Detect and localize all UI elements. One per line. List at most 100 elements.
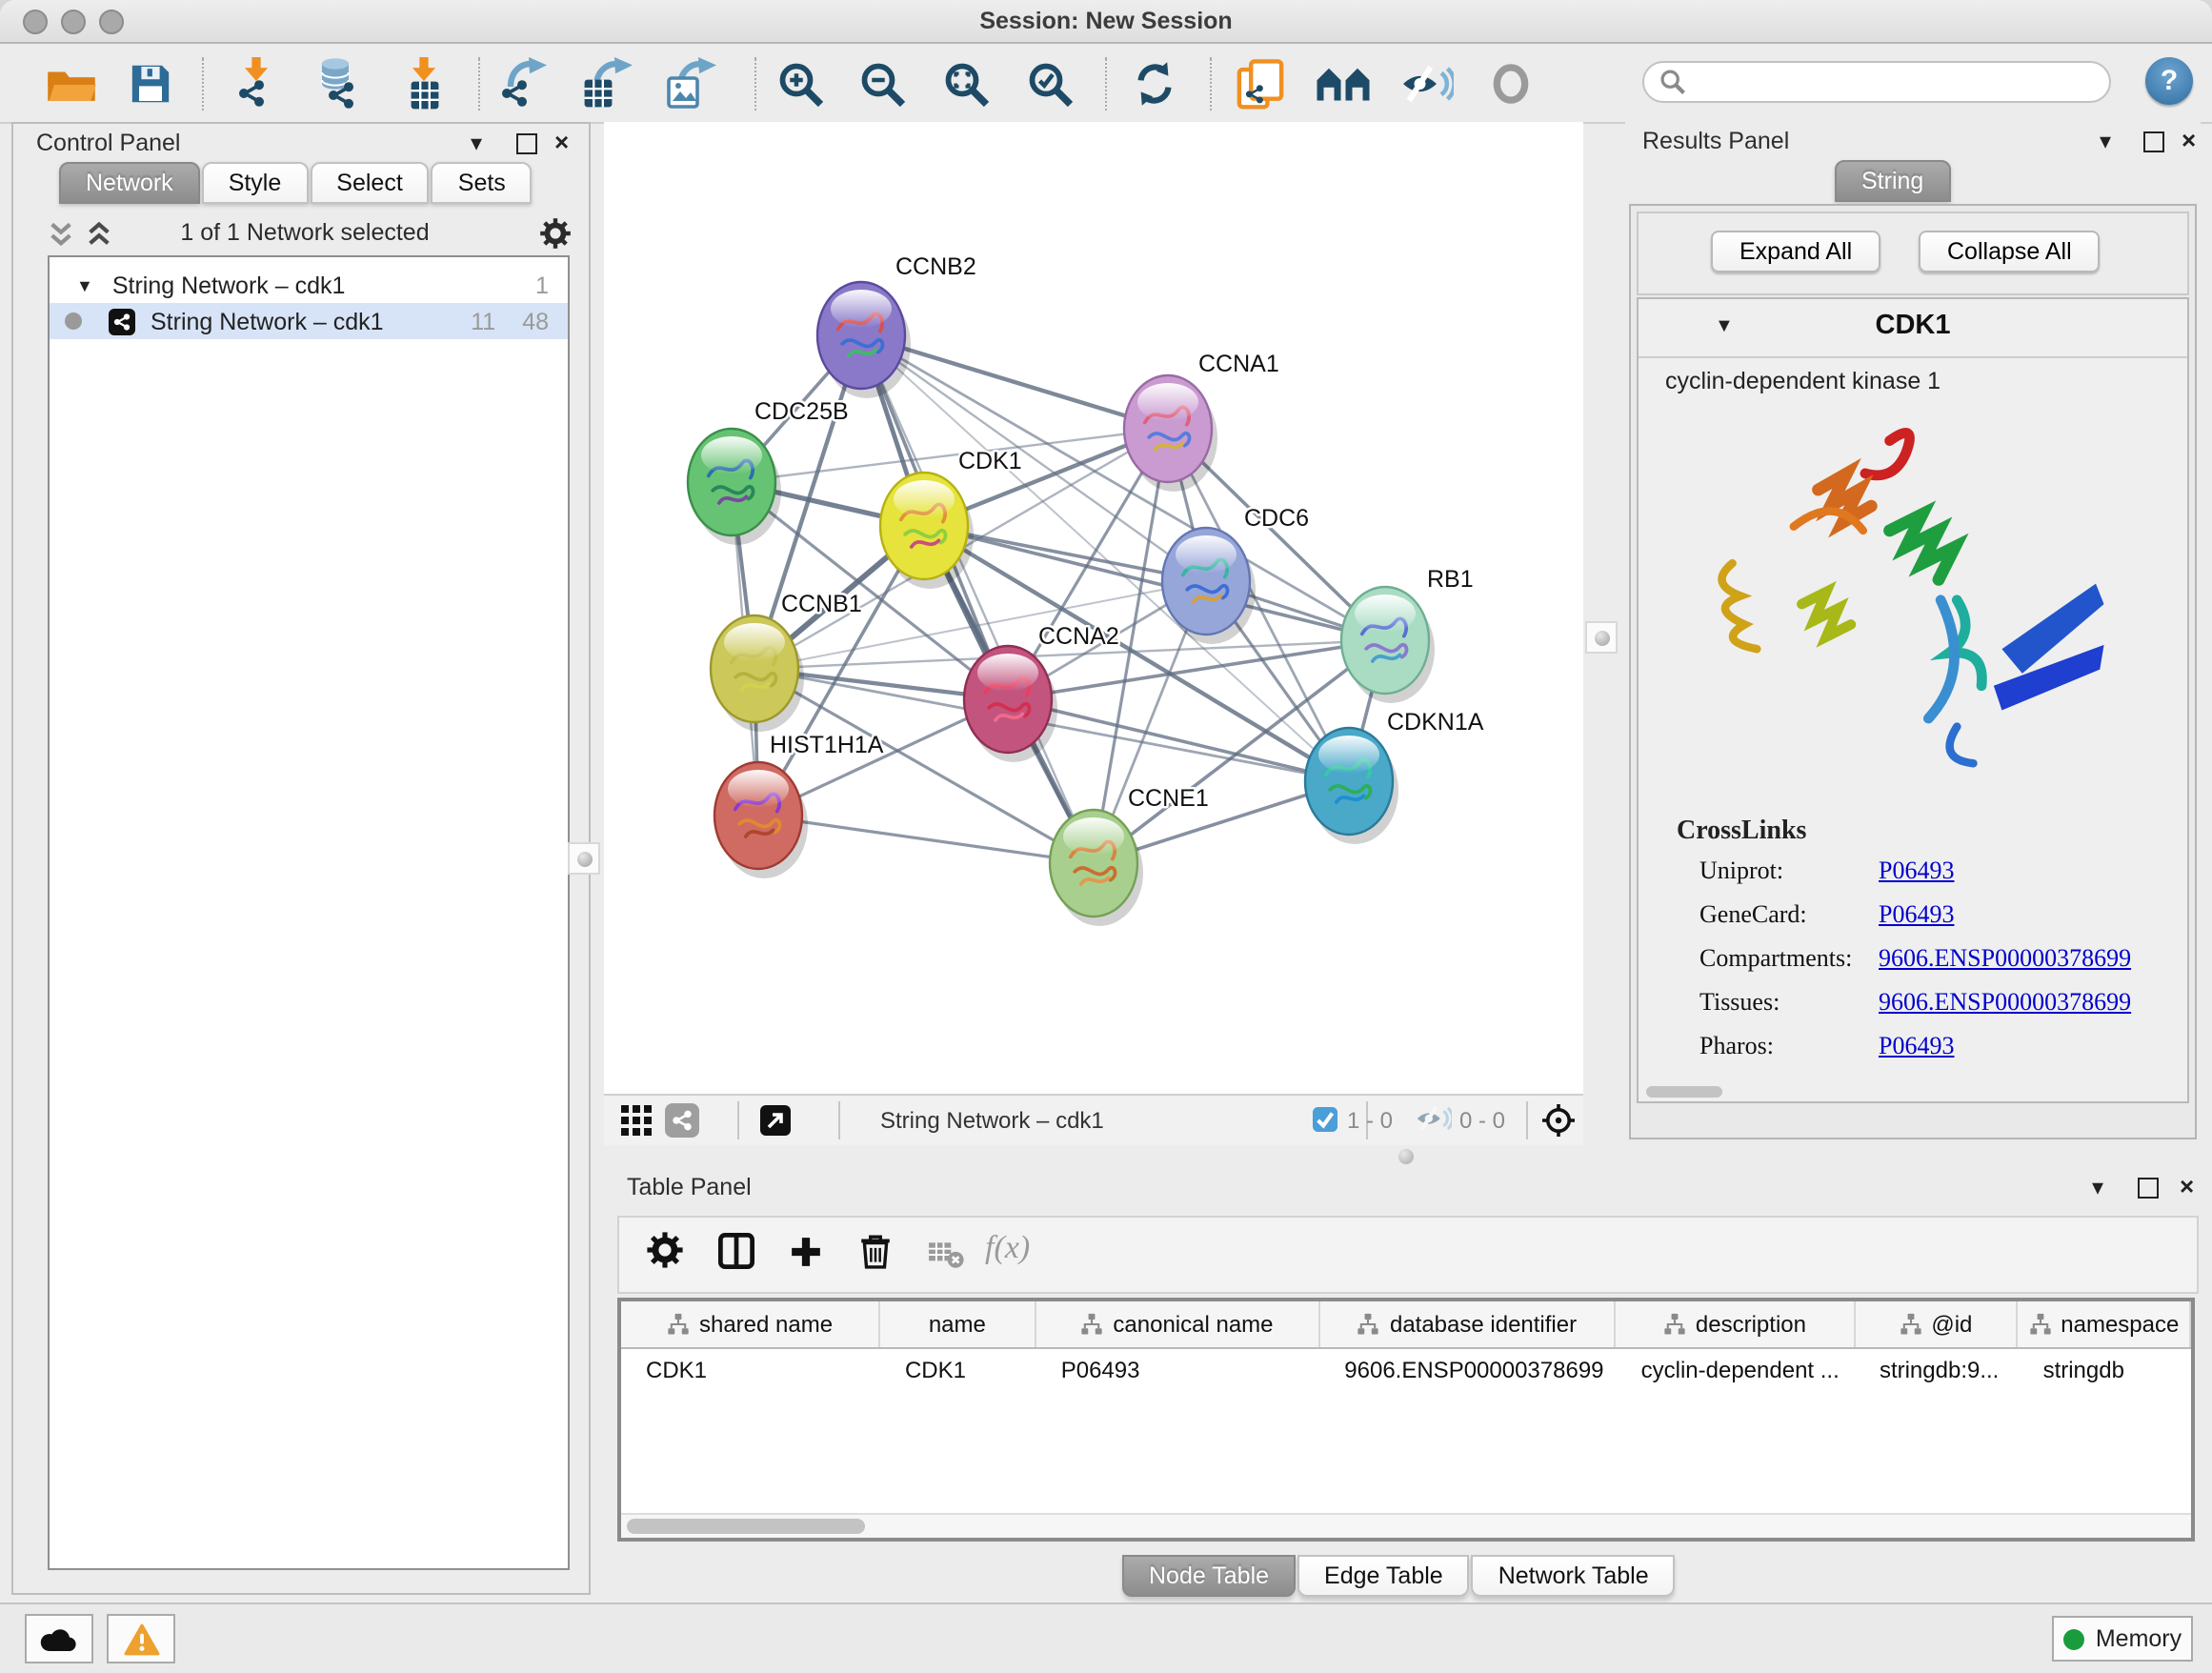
crosslink-link[interactable]: 9606.ENSP00000378699 — [1879, 987, 2131, 1031]
network-node[interactable] — [711, 615, 804, 732]
network-from-file-button[interactable] — [1231, 55, 1288, 112]
left-splitter-handle[interactable] — [568, 842, 600, 875]
save-session-button[interactable] — [122, 55, 179, 112]
tab-style[interactable]: Style — [202, 162, 309, 204]
export-image-button[interactable] — [661, 55, 718, 112]
birdseye-view-icon[interactable] — [1541, 1103, 1576, 1138]
close-panel-icon[interactable]: × — [554, 128, 569, 156]
export-table-button[interactable] — [577, 55, 634, 112]
network-view-mode-icon[interactable] — [665, 1103, 699, 1138]
hidden-eye-icon[interactable] — [1416, 1105, 1452, 1132]
import-network-button[interactable] — [229, 55, 286, 112]
gear-icon[interactable] — [539, 217, 572, 250]
network-node[interactable] — [817, 282, 911, 398]
expand-all-button[interactable]: Expand All — [1711, 231, 1880, 272]
panel-menu-icon[interactable]: ▾ — [2092, 1176, 2103, 1199]
network-node[interactable] — [1341, 587, 1435, 703]
zoom-out-button[interactable] — [854, 55, 911, 112]
table-gear-icon[interactable] — [646, 1231, 684, 1269]
float-panel-icon[interactable] — [2138, 1178, 2159, 1199]
table-cell[interactable]: CDK1 — [880, 1349, 1036, 1391]
tab-select[interactable]: Select — [310, 162, 430, 204]
column-header[interactable]: shared name — [621, 1301, 880, 1347]
network-node[interactable] — [964, 646, 1057, 762]
network-node[interactable] — [714, 762, 808, 878]
group-nodes-button[interactable] — [1315, 55, 1372, 112]
crosslink-link[interactable]: P06493 — [1879, 899, 1954, 943]
card-scrollbar[interactable] — [1646, 1086, 1722, 1098]
search-input[interactable] — [1686, 67, 2075, 97]
right-splitter-handle[interactable] — [1585, 621, 1618, 654]
zoom-selected-button[interactable] — [1021, 55, 1078, 112]
crosslink-link[interactable]: P06493 — [1879, 856, 1954, 899]
delete-column-icon[interactable] — [859, 1233, 892, 1269]
function-builder-icon[interactable]: f(x) — [985, 1229, 1030, 1267]
title-bar[interactable]: Session: New Session — [0, 0, 2212, 44]
column-header[interactable]: description — [1617, 1301, 1855, 1347]
float-panel-icon[interactable] — [516, 133, 537, 154]
show-graphics-button[interactable] — [1482, 55, 1539, 112]
network-collection-row[interactable]: ▼ String Network – cdk1 1 — [50, 267, 568, 303]
table-cell[interactable]: stringdb:9... — [1855, 1349, 2019, 1391]
network-canvas[interactable]: CCNB2CCNA1CDC25BCDK1CDC6RB1CCNB1CCNA2CDK… — [604, 122, 1583, 1094]
table-cell[interactable]: CDK1 — [621, 1349, 880, 1391]
search-box[interactable] — [1642, 61, 2111, 103]
network-edge[interactable] — [758, 816, 1094, 863]
cloud-status-button[interactable] — [25, 1614, 93, 1663]
table-cell[interactable]: 9606.ENSP00000378699 — [1319, 1349, 1616, 1391]
float-panel-icon[interactable] — [2143, 131, 2164, 152]
column-header[interactable]: canonical name — [1036, 1301, 1320, 1347]
network-edge[interactable] — [861, 335, 1094, 863]
add-column-icon[interactable] — [791, 1237, 821, 1267]
collapse-all-button[interactable]: Collapse All — [1919, 231, 2101, 272]
column-header[interactable]: @id — [1855, 1301, 2019, 1347]
delete-table-icon[interactable] — [928, 1240, 964, 1269]
network-row-selected[interactable]: String Network – cdk1 11 48 — [50, 303, 568, 339]
network-node[interactable] — [880, 473, 974, 589]
close-panel-icon[interactable]: × — [2182, 126, 2196, 154]
tab-network[interactable]: Network — [59, 162, 200, 204]
open-file-button[interactable] — [42, 55, 99, 112]
hide-selected-button[interactable] — [1398, 55, 1456, 112]
network-node[interactable] — [1124, 375, 1217, 492]
scrollbar-thumb[interactable] — [627, 1519, 865, 1534]
tree-expander-icon[interactable]: ▼ — [76, 275, 93, 294]
refresh-layout-button[interactable] — [1126, 55, 1183, 112]
table-cell[interactable]: cyclin-dependent ... — [1617, 1349, 1855, 1391]
crosslink-link[interactable]: 9606.ENSP00000378699 — [1879, 943, 2131, 987]
column-header[interactable]: name — [880, 1301, 1036, 1347]
network-node[interactable] — [688, 429, 781, 545]
network-node[interactable] — [1050, 810, 1143, 926]
grid-view-icon[interactable] — [621, 1105, 652, 1136]
network-node[interactable] — [1305, 728, 1398, 844]
minimize-window-button[interactable] — [61, 10, 86, 34]
column-header[interactable]: namespace — [2019, 1301, 2191, 1347]
table-cell[interactable]: stringdb — [2019, 1349, 2191, 1391]
crosslink-link[interactable]: P06493 — [1879, 1031, 1954, 1075]
selected-checkbox-icon[interactable] — [1313, 1107, 1337, 1132]
panel-menu-icon[interactable]: ▾ — [2100, 130, 2111, 152]
close-window-button[interactable] — [23, 10, 48, 34]
tab-sets[interactable]: Sets — [432, 162, 533, 204]
zoom-window-button[interactable] — [99, 10, 124, 34]
zoom-fit-button[interactable] — [937, 55, 995, 112]
show-columns-icon[interactable] — [718, 1233, 754, 1269]
tab-string[interactable]: String — [1835, 160, 1950, 202]
table-cell[interactable]: P06493 — [1036, 1349, 1320, 1391]
panel-menu-icon[interactable]: ▾ — [471, 131, 482, 154]
table-row[interactable]: CDK1CDK1P064939606.ENSP00000378699cyclin… — [621, 1349, 2191, 1391]
detach-view-icon[interactable] — [760, 1105, 791, 1136]
table-hscrollbar[interactable] — [621, 1513, 2191, 1538]
tab-node-table[interactable]: Node Table — [1122, 1555, 1296, 1597]
horizontal-splitter-handle[interactable] — [1398, 1149, 1414, 1164]
column-header[interactable]: database identifier — [1319, 1301, 1616, 1347]
import-table-button[interactable] — [396, 55, 453, 112]
import-database-button[interactable] — [311, 55, 368, 112]
help-button[interactable]: ? — [2145, 57, 2193, 105]
memory-button[interactable]: Memory — [2052, 1616, 2193, 1662]
gene-card-header[interactable]: ▼ CDK1 — [1639, 299, 2187, 358]
export-network-button[interactable] — [495, 55, 553, 112]
close-panel-icon[interactable]: × — [2180, 1172, 2194, 1200]
tab-network-table[interactable]: Network Table — [1472, 1555, 1676, 1597]
tab-edge-table[interactable]: Edge Table — [1297, 1555, 1470, 1597]
